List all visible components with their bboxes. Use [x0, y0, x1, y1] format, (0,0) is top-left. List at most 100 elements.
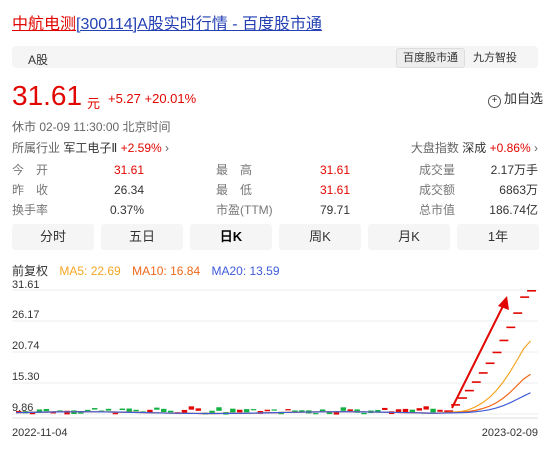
candle — [340, 407, 347, 411]
stat-label: 昨 收 — [12, 183, 49, 197]
stat-label: 总市值 — [419, 203, 456, 217]
stock-name-link[interactable]: 中航电测 — [12, 16, 76, 33]
tab-five-day[interactable]: 五日 — [101, 224, 183, 250]
candle — [409, 409, 416, 413]
candle — [430, 408, 436, 413]
x-tick-label: 2022-11-04 — [12, 427, 67, 439]
candle — [471, 381, 481, 383]
stats-row: 今 开 31.61 最 高 31.61 成交量 2.17万手 — [12, 160, 538, 180]
tab-one-year[interactable]: 1年 — [457, 224, 539, 250]
candle — [216, 407, 222, 411]
candle — [423, 406, 429, 410]
market-status: 休市 02-09 11:30:00 北京时间 — [12, 120, 171, 134]
candle — [527, 290, 536, 292]
candle — [91, 408, 98, 410]
source-pill-jiufang[interactable]: 九方智投 — [466, 48, 524, 68]
ma5-legend: MA5: 22.69 — [59, 264, 121, 278]
candle — [237, 409, 243, 413]
candle — [112, 412, 119, 415]
tab-monthly-k[interactable]: 月K — [368, 224, 450, 250]
candle — [347, 409, 353, 411]
stat-label: 最 低 — [216, 183, 253, 197]
market-tag: A股 — [28, 53, 49, 67]
add-watchlist-label: 加自选 — [504, 91, 544, 106]
candle — [285, 409, 291, 411]
candle — [119, 408, 126, 411]
industry-pct: +2.59% — [120, 141, 162, 155]
ma10-legend: MA10: 16.84 — [132, 264, 201, 278]
candle — [506, 326, 516, 329]
annotation-arrow — [451, 301, 506, 409]
stat-value: 31.61 — [319, 163, 350, 177]
stat-value: 31.61 — [319, 183, 350, 197]
candle — [264, 409, 271, 412]
candle — [154, 407, 160, 410]
candle — [478, 372, 488, 374]
industry-info[interactable]: 所属行业 军工电子Ⅱ +2.59% › — [12, 139, 169, 156]
adjustment-label[interactable]: 前复权 — [12, 264, 48, 278]
candle — [312, 413, 319, 415]
candle — [464, 389, 474, 392]
stat-value: 79.71 — [319, 203, 350, 217]
candle — [105, 408, 112, 411]
candle — [382, 407, 388, 410]
title-rest-link[interactable]: A股实时行情 - 百度股市通 — [137, 16, 322, 33]
stat-label: 成交量 — [419, 163, 456, 177]
stat-label: 市盈(TTM) — [216, 203, 273, 217]
candle — [195, 408, 201, 411]
y-tick-label: 31.61 — [12, 280, 40, 291]
candle — [161, 408, 167, 413]
stat-label: 成交额 — [419, 183, 456, 197]
tab-intraday[interactable]: 分时 — [12, 224, 94, 250]
stat-value: 2.17万手 — [490, 163, 538, 177]
stats-row: 换手率 0.37% 市盈(TTM) 79.71 总市值 186.74亿 — [12, 200, 538, 220]
stats-grid: 今 开 31.61 最 高 31.61 成交量 2.17万手 昨 收 26.34… — [12, 160, 538, 220]
candle — [271, 409, 277, 411]
candle — [361, 412, 367, 415]
period-tabs: 分时 五日 日K 周K 月K 1年 — [12, 224, 539, 250]
candle — [85, 409, 91, 412]
candle — [402, 408, 409, 413]
index-info[interactable]: 大盘指数 深成 +0.86% › — [411, 139, 538, 156]
candle — [520, 296, 530, 298]
index-pct: +0.86% — [489, 141, 531, 155]
candle — [167, 410, 174, 413]
candle — [485, 362, 495, 365]
x-tick-label: 2023-02-09 — [482, 427, 538, 439]
stat-value: 0.37% — [109, 203, 144, 217]
candle — [492, 351, 502, 354]
candle — [188, 406, 195, 410]
candle — [499, 339, 509, 342]
candle — [43, 408, 50, 412]
index-label: 大盘指数 — [410, 141, 459, 155]
candle — [416, 408, 422, 411]
stock-code-link[interactable]: [300114] — [76, 16, 137, 33]
ma10-line — [15, 373, 531, 415]
candle — [319, 409, 326, 412]
stat-value: 186.74亿 — [489, 203, 538, 217]
ma-legend: 前复权 MA5: 22.69 MA10: 16.84 MA20: 13.59 — [12, 262, 288, 279]
stat-label: 今 开 — [12, 163, 49, 177]
candle — [395, 409, 402, 413]
add-watchlist-button[interactable]: + 加自选 — [488, 88, 543, 108]
index-name: 深成 — [462, 141, 487, 155]
candle — [458, 397, 467, 399]
tab-daily-k[interactable]: 日K — [190, 224, 272, 250]
stat-value: 31.61 — [113, 163, 144, 177]
tab-weekly-k[interactable]: 周K — [279, 224, 361, 250]
industry-name[interactable]: 军工电子Ⅱ — [63, 141, 117, 155]
candle — [333, 412, 340, 415]
candle — [230, 408, 236, 413]
industry-label: 所属行业 — [12, 141, 61, 155]
stats-row: 昨 收 26.34 最 低 31.61 成交额 6863万 — [12, 180, 538, 200]
stat-value: 26.34 — [113, 183, 144, 197]
ma20-legend: MA20: 13.59 — [211, 264, 280, 278]
daily-k-chart[interactable]: 31.6126.1720.7415.309.862022-11-04 2023-0… — [0, 280, 550, 452]
current-price: 31.61 — [12, 80, 83, 111]
source-pill-baidu[interactable]: 百度股市通 — [396, 48, 465, 68]
candle — [126, 408, 132, 412]
candle — [133, 409, 139, 412]
page-title[interactable]: 中航电测[300114]A股实时行情 - 百度股市通 — [12, 10, 322, 34]
plus-circle-icon: + — [488, 95, 501, 108]
stat-label: 最 高 — [216, 163, 253, 177]
